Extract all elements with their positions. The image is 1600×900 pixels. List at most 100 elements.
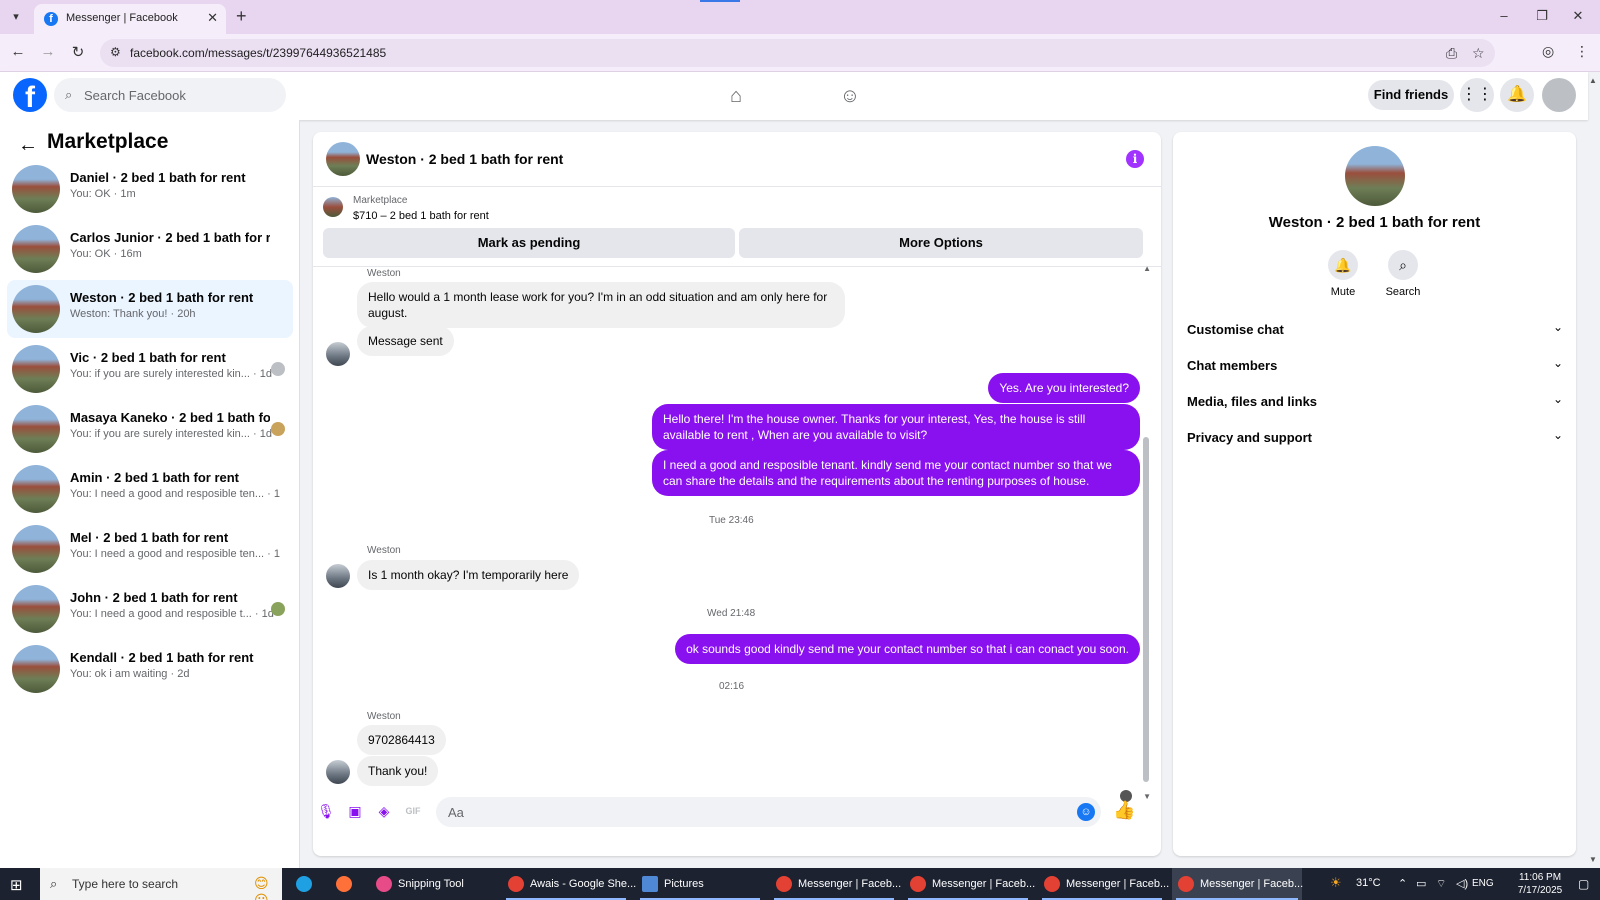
reload-icon[interactable]: ↻ xyxy=(68,43,88,61)
chat-scrollbar[interactable] xyxy=(1143,437,1149,782)
listing-avatar[interactable] xyxy=(1345,146,1405,206)
sticker-icon[interactable]: ◈ xyxy=(375,802,393,820)
conversation-item[interactable]: John · 2 bed 1 bath for rent You: I need… xyxy=(7,580,293,638)
gif-icon[interactable]: GIF xyxy=(404,802,422,820)
close-window-icon[interactable]: ✕ xyxy=(1568,8,1588,24)
bookmark-star-icon[interactable]: ☆ xyxy=(1472,45,1485,62)
chrome-icon xyxy=(508,876,524,892)
conversation-item[interactable]: Kendall · 2 bed 1 bath for rent You: ok … xyxy=(7,640,293,698)
tray-wifi-icon[interactable]: ⌔ xyxy=(1436,877,1446,891)
mark-as-pending-button[interactable]: Mark as pending xyxy=(323,228,735,258)
back-icon[interactable]: ← xyxy=(8,43,28,60)
menu-grid-icon[interactable]: ⋮⋮ xyxy=(1460,78,1494,112)
listing-price-title[interactable]: $710 – 2 bed 1 bath for rent xyxy=(353,210,489,222)
sender-name: Weston xyxy=(367,711,401,722)
conversation-item[interactable]: Amin · 2 bed 1 bath for rent You: I need… xyxy=(7,460,293,518)
taskbar-messenger-active[interactable]: Messenger | Faceb... xyxy=(1172,868,1303,900)
taskbar-snipping-tool[interactable]: Snipping Tool xyxy=(370,868,498,900)
conversation-item[interactable]: Mel · 2 bed 1 bath for rent You: I need … xyxy=(7,520,293,578)
incoming-message: Is 1 month okay? I'm temporarily here xyxy=(357,560,580,590)
more-options-button[interactable]: More Options xyxy=(739,228,1143,258)
install-icon[interactable]: ⎙ xyxy=(1446,45,1457,62)
conversation-name: Carlos Junior · 2 bed 1 bath for rent xyxy=(70,230,270,245)
mute-button[interactable]: 🔔 Mute xyxy=(1313,250,1373,298)
language-indicator[interactable]: ENG xyxy=(1472,878,1494,889)
taskbar-clock[interactable]: 11:06 PM 7/17/2025 xyxy=(1510,871,1570,897)
conversation-item-active[interactable]: Weston · 2 bed 1 bath for rent Weston: T… xyxy=(7,280,293,338)
conversation-item[interactable]: Daniel · 2 bed 1 bath for rent You: OK ·… xyxy=(7,160,293,218)
sender-avatar[interactable] xyxy=(326,342,350,366)
conversation-item[interactable]: Vic · 2 bed 1 bath for rent You: if you … xyxy=(7,340,293,398)
taskbar-google-sheets[interactable]: Awais - Google She... xyxy=(502,868,636,900)
section-label: Media, files and links xyxy=(1187,394,1318,409)
account-avatar[interactable] xyxy=(1542,78,1576,112)
search-conversation-button[interactable]: ⌕ Search xyxy=(1373,250,1433,298)
microphone-icon[interactable]: 🎙 xyxy=(317,802,335,820)
conversation-preview: You: OK · 16m xyxy=(70,248,142,260)
sender-avatar[interactable] xyxy=(326,564,350,588)
taskbar-messenger-2[interactable]: Messenger | Faceb... xyxy=(904,868,1035,900)
taskbar-search-box[interactable]: ⌕ Type here to search 😊😮😍 xyxy=(40,868,282,900)
chrome-icon xyxy=(776,876,792,892)
message-placeholder: Aa xyxy=(448,805,464,820)
chrome-icon xyxy=(1178,876,1194,892)
chat-panel: Weston · 2 bed 1 bath for rent i Marketp… xyxy=(313,132,1161,856)
tab-close-icon[interactable]: ✕ xyxy=(207,10,218,26)
scroll-down-icon[interactable]: ▼ xyxy=(1143,792,1151,801)
weather-icon[interactable]: ☀ xyxy=(1330,875,1342,891)
listing-thumbnail xyxy=(12,405,60,453)
facebook-logo-icon[interactable]: f xyxy=(13,78,47,112)
page-scroll-up-icon[interactable]: ▲ xyxy=(1589,76,1597,85)
menu-icon[interactable]: ⋮ xyxy=(1575,43,1589,60)
taskbar-app-label: Awais - Google She... xyxy=(530,878,637,890)
taskbar-messenger-1[interactable]: Messenger | Faceb... xyxy=(770,868,901,900)
profile-icon[interactable]: ◎ xyxy=(1542,43,1554,60)
notification-center-icon[interactable]: ▢ xyxy=(1578,877,1589,891)
chat-listing-thumbnail[interactable] xyxy=(326,142,360,176)
temperature[interactable]: 31°C xyxy=(1356,877,1381,889)
chevron-down-icon: ⌄ xyxy=(1552,356,1563,370)
search-placeholder: Search Facebook xyxy=(84,88,186,103)
forward-icon[interactable]: → xyxy=(38,43,58,60)
windows-start-icon[interactable]: ⊞ xyxy=(10,876,23,894)
customise-chat-section[interactable]: Customise chat ⌄ xyxy=(1187,318,1563,342)
magnifier-icon: ⌕ xyxy=(1388,250,1418,280)
tab-search-chevron-icon[interactable]: ▾ xyxy=(6,8,26,26)
photo-icon[interactable]: ▣ xyxy=(346,802,364,820)
conversation-item[interactable]: Masaya Kaneko · 2 bed 1 bath fo... You: … xyxy=(7,400,293,458)
facebook-search-input[interactable]: ⌕ Search Facebook xyxy=(54,78,286,112)
message-input[interactable]: Aa ☺ xyxy=(436,797,1101,827)
address-bar[interactable]: ⚙ facebook.com/messages/t/23997644936521… xyxy=(100,39,1495,67)
scroll-up-icon[interactable]: ▲ xyxy=(1143,264,1151,273)
find-friends-button[interactable]: Find friends xyxy=(1368,80,1454,110)
media-files-links-section[interactable]: Media, files and links ⌄ xyxy=(1187,390,1563,414)
new-tab-button[interactable]: + xyxy=(236,6,247,27)
notifications-bell-icon[interactable]: 🔔 xyxy=(1500,78,1534,112)
tray-network-icon[interactable]: ▭ xyxy=(1416,877,1426,890)
outgoing-message: ok sounds good kindly send me your conta… xyxy=(675,634,1140,664)
tray-volume-icon[interactable]: ◁) xyxy=(1456,877,1468,890)
taskbar-firefox[interactable] xyxy=(330,868,364,900)
chat-title[interactable]: Weston · 2 bed 1 bath for rent xyxy=(366,151,563,167)
back-arrow-icon[interactable]: ← xyxy=(18,134,38,157)
site-info-icon[interactable]: ⚙ xyxy=(110,45,121,59)
groups-icon[interactable]: ☺ xyxy=(838,84,862,108)
info-icon[interactable]: i xyxy=(1126,150,1144,168)
minimize-icon[interactable]: – xyxy=(1494,8,1514,23)
sender-avatar[interactable] xyxy=(326,760,350,784)
privacy-support-section[interactable]: Privacy and support ⌄ xyxy=(1187,426,1563,450)
page-scroll-down-icon[interactable]: ▼ xyxy=(1589,855,1597,864)
home-icon[interactable]: ⌂ xyxy=(724,84,748,108)
taskbar-pictures[interactable]: Pictures xyxy=(636,868,764,900)
restore-icon[interactable]: ❐ xyxy=(1532,8,1552,24)
section-label: Privacy and support xyxy=(1187,430,1312,445)
conversation-item[interactable]: Carlos Junior · 2 bed 1 bath for rent Yo… xyxy=(7,220,293,278)
browser-tab-messenger[interactable]: f Messenger | Facebook ✕ xyxy=(34,4,226,34)
tray-chevron-up-icon[interactable]: ⌃ xyxy=(1398,877,1407,890)
taskbar-messenger-3[interactable]: Messenger | Faceb... xyxy=(1038,868,1169,900)
chat-members-section[interactable]: Chat members ⌄ xyxy=(1187,354,1563,378)
incoming-message: 9702864413 xyxy=(357,725,446,755)
emoji-icon[interactable]: ☺ xyxy=(1077,803,1095,821)
like-thumbs-up-icon[interactable]: 👍 xyxy=(1113,800,1135,821)
taskbar-edge[interactable] xyxy=(290,868,324,900)
